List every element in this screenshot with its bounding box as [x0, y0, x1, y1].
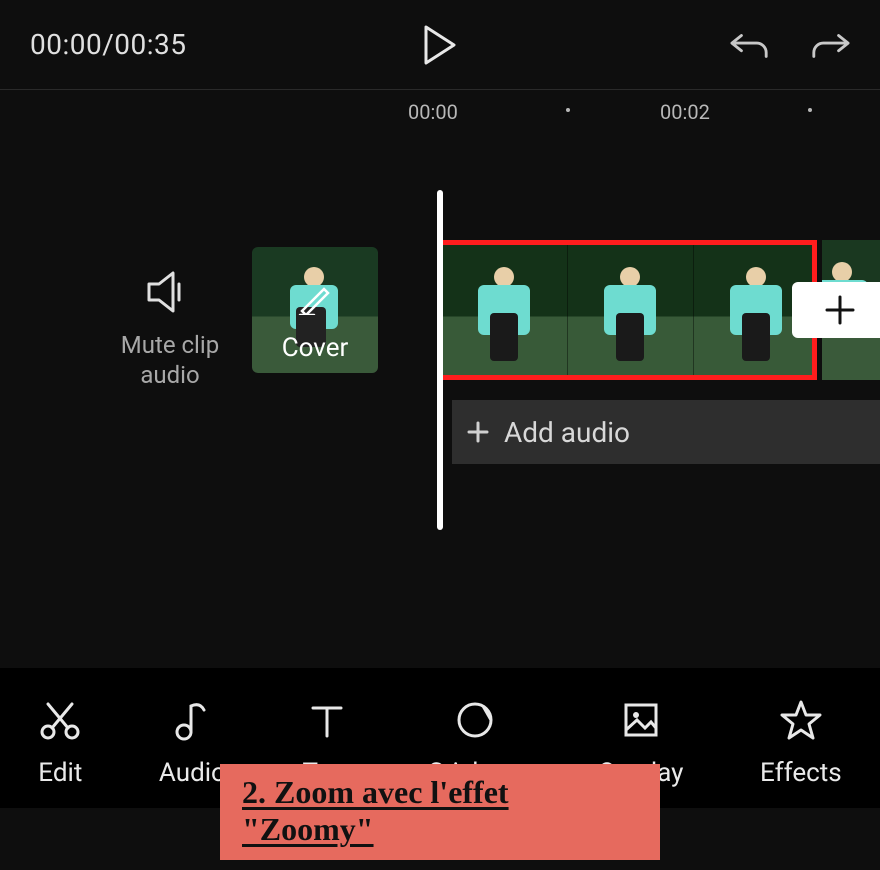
tool-label: Effects	[760, 758, 842, 788]
plus-icon	[823, 293, 857, 327]
tool-audio[interactable]: Audio	[159, 698, 226, 788]
edit-cover-icon	[298, 285, 332, 315]
timeline[interactable]: Mute clip audio Cover Add audio	[0, 190, 880, 590]
play-icon	[422, 25, 458, 65]
play-button[interactable]	[420, 25, 460, 65]
redo-button[interactable]	[810, 25, 850, 65]
tool-edit[interactable]: Edit	[38, 698, 82, 788]
ruler-dot	[808, 108, 812, 112]
text-icon	[305, 698, 349, 742]
plus-icon	[466, 420, 490, 444]
image-icon	[619, 698, 663, 742]
clip-frame	[568, 245, 694, 375]
tool-effects[interactable]: Effects	[760, 698, 842, 788]
tutorial-caption: 2. Zoom avec l'effet "Zoomy"	[220, 764, 660, 860]
top-bar: 00:00/00:35	[0, 0, 880, 90]
sticker-icon	[453, 698, 497, 742]
undo-button[interactable]	[730, 25, 770, 65]
star-icon	[779, 698, 823, 742]
mute-clip-audio-button[interactable]: Mute clip audio	[105, 270, 235, 390]
playhead[interactable]	[437, 190, 443, 530]
history-controls	[730, 25, 850, 65]
cover-label: Cover	[252, 333, 378, 363]
cover-button[interactable]: Cover	[252, 247, 378, 373]
clip-frame	[442, 245, 568, 375]
speaker-icon	[145, 270, 195, 314]
redo-icon	[810, 27, 850, 63]
tool-label: Edit	[38, 758, 82, 788]
time-display: 00:00/00:35	[30, 28, 187, 61]
add-audio-label: Add audio	[504, 416, 630, 449]
ruler-dot	[566, 108, 570, 112]
ruler-tick-1: 00:02	[660, 100, 710, 124]
music-note-icon	[170, 698, 214, 742]
ruler-tick-0: 00:00	[408, 100, 458, 124]
scissors-icon	[38, 698, 82, 742]
mute-clip-audio-label: Mute clip audio	[105, 330, 235, 390]
time-current: 00:00	[30, 28, 102, 61]
time-ruler[interactable]: 00:00 00:02	[0, 90, 880, 130]
selected-clip[interactable]	[437, 240, 817, 380]
undo-icon	[730, 27, 770, 63]
tool-label: Audio	[159, 758, 226, 788]
add-audio-button[interactable]: Add audio	[452, 400, 880, 464]
time-total: 00:35	[114, 28, 186, 61]
add-clip-button[interactable]	[792, 282, 880, 338]
